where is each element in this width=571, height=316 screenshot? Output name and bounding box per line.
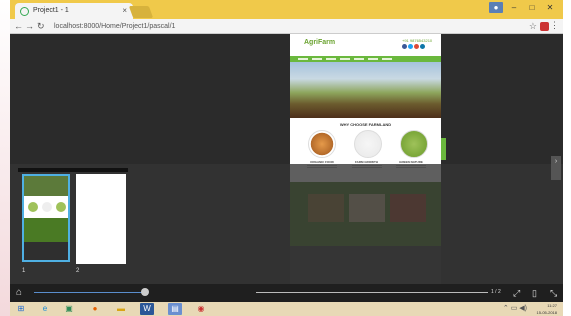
site-logo: AgriFarm <box>304 39 336 46</box>
progress-filled <box>34 292 144 293</box>
google-icon <box>414 44 419 49</box>
fullscreen-icon[interactable]: ⤡ <box>550 287 557 299</box>
thumbnail-page-number: 2 <box>76 268 80 274</box>
social-icons <box>402 44 425 49</box>
thumbnail-page-number: 1 <box>22 268 26 274</box>
twitter-icon <box>408 44 413 49</box>
close-window-button[interactable]: ✕ <box>543 2 557 13</box>
extension-icon[interactable] <box>540 22 549 31</box>
bookmark-star-icon[interactable]: ☆ <box>529 21 537 32</box>
screen: Project1 - 1 × ● – □ ✕ ← → ↻ localhost:8… <box>10 0 563 316</box>
right-decoration <box>563 0 571 316</box>
clock[interactable]: 11:27 15-05-2018 <box>537 302 557 316</box>
single-page-icon[interactable]: ▯ <box>532 287 537 299</box>
page-counter: 1 / 2 <box>491 289 501 295</box>
maximize-button[interactable]: □ <box>525 2 539 13</box>
next-page-icon[interactable]: › <box>551 156 561 180</box>
favicon-icon <box>20 7 29 16</box>
clock-date: 15-05-2018 <box>536 310 557 315</box>
left-decoration <box>0 0 10 316</box>
store-icon[interactable]: ▣ <box>62 303 76 315</box>
app-icon[interactable]: ▤ <box>168 303 182 315</box>
tab-title: Project1 - 1 <box>33 7 69 14</box>
vegetables-image <box>308 130 336 158</box>
ie-icon[interactable]: e <box>38 303 52 315</box>
facebook-icon <box>402 44 407 49</box>
thumbnail-header <box>18 168 128 172</box>
site-header: AgriFarm +91 9876543210 <box>290 34 441 56</box>
system-tray-icons[interactable]: ⌃ ▭ ◀) <box>503 304 527 312</box>
folder-icon[interactable]: ▬ <box>114 303 128 315</box>
grass-image <box>400 130 428 158</box>
profile-icon[interactable]: ● <box>489 2 503 13</box>
home-icon[interactable]: ⌂ <box>16 287 22 299</box>
firefox-icon[interactable]: ● <box>88 303 102 315</box>
new-tab-button[interactable] <box>128 6 154 18</box>
address-toolbar: ← → ↻ localhost:8000/Home/Project1/pasca… <box>10 19 563 34</box>
browser-tab[interactable]: Project1 - 1 × <box>15 3 133 19</box>
word-icon[interactable]: W <box>140 303 154 315</box>
progress-track[interactable] <box>256 292 488 293</box>
viewer-controls: ⌂ 1 / 2 ⤢ ▯ ⤡ <box>10 284 563 302</box>
forward-icon[interactable]: → <box>25 21 34 32</box>
feedback-tab[interactable] <box>441 138 446 160</box>
section-title: WHY CHOOSE FARMLAND <box>339 122 392 127</box>
fit-page-icon[interactable]: ⤢ <box>513 287 520 299</box>
address-bar[interactable]: localhost:8000/Home/Project1/pascal/1 <box>50 21 535 32</box>
document-viewer: AgriFarm +91 9876543210 WHY CHOOSE FARML… <box>10 34 563 284</box>
windows-start-icon[interactable]: ⊞ <box>14 303 28 315</box>
hero-image <box>290 62 441 118</box>
reload-icon[interactable]: ↻ <box>37 21 45 32</box>
back-icon[interactable]: ← <box>14 21 23 32</box>
page-thumbnail-2[interactable] <box>76 174 126 264</box>
chart-image <box>354 130 382 158</box>
page-thumbnail-1[interactable] <box>22 174 70 262</box>
chrome-icon[interactable]: ◉ <box>194 303 208 315</box>
feature-images <box>308 130 428 158</box>
window-controls: ● – □ ✕ <box>489 2 557 13</box>
browser-title-bar: Project1 - 1 × ● – □ ✕ <box>10 0 563 19</box>
linkedin-icon <box>420 44 425 49</box>
browser-menu-icon[interactable]: ⋮ <box>550 20 559 31</box>
windows-taskbar: ⊞ e ▣ ● ▬ W ▤ ◉ ⌃ ▭ ◀) 11:27 15-05-2018 <box>10 302 563 316</box>
clock-time: 11:27 <box>547 303 557 308</box>
progress-slider-handle[interactable] <box>141 288 149 296</box>
minimize-button[interactable]: – <box>507 2 521 13</box>
tab-close-button[interactable]: × <box>122 6 127 15</box>
site-phone: +91 9876543210 <box>402 38 433 43</box>
